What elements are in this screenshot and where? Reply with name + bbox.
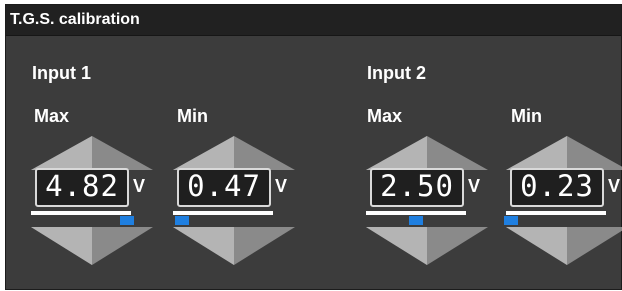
panel-title: T.G.S. calibration [10,11,140,28]
input-1-max-slider-track[interactable] [31,211,131,215]
input-2-min-decrease-button[interactable] [506,227,622,265]
input-2-min-value: 0.23 [520,169,594,203]
up-arrow-icon [506,136,622,170]
input-2-min-display: 0.23 [510,168,604,207]
panel-titlebar: T.G.S. calibration [6,5,621,36]
input-1-min-unit: V [275,176,288,196]
input-1-min-display: 0.47 [177,168,271,207]
down-arrow-icon [366,227,488,265]
input-1-max-display: 4.82 [35,168,129,207]
input-1-label: Input 1 [32,63,91,83]
input-1-min-control: 0.47 V [173,136,295,266]
input-1-min-slider-track[interactable] [173,211,273,215]
input-2-max-control: 2.50 V [366,136,488,266]
input-2-min-slider-thumb[interactable] [504,216,518,225]
input-2-min-label: Min [511,106,542,126]
input-1-max-decrease-button[interactable] [31,227,153,265]
up-arrow-icon [31,136,153,170]
input-2-max-increase-button[interactable] [366,136,488,170]
down-arrow-icon [506,227,622,265]
input-2-min-increase-button[interactable] [506,136,622,170]
input-2-max-display: 2.50 [370,168,464,207]
up-arrow-icon [366,136,488,170]
input-1-min-decrease-button[interactable] [173,227,295,265]
up-arrow-icon [173,136,295,170]
input-2-max-value: 2.50 [380,169,454,203]
input-1-min-value: 0.47 [187,169,261,203]
input-1-max-unit: V [133,176,146,196]
input-2-max-decrease-button[interactable] [366,227,488,265]
input-1-min-increase-button[interactable] [173,136,295,170]
down-arrow-icon [173,227,295,265]
input-2-min-control: 0.23 V [504,136,622,266]
input-1-max-control: 4.82 V [31,136,153,266]
input-1-max-label: Max [34,106,70,126]
input-2-min-slider-track[interactable] [506,211,606,215]
input-1-max-slider-thumb[interactable] [120,216,134,225]
input-2-max-unit: V [468,176,481,196]
input-2-max-slider-thumb[interactable] [409,216,423,225]
down-arrow-icon [31,227,153,265]
input-2-label: Input 2 [367,63,426,83]
input-1-min-slider-thumb[interactable] [175,216,189,225]
input-2-min-unit: V [608,176,621,196]
input-2-max-label: Max [367,106,403,126]
input-1-max-increase-button[interactable] [31,136,153,170]
input-1-min-label: Min [177,106,208,126]
input-2-max-slider-track[interactable] [366,211,466,215]
input-1-max-value: 4.82 [45,169,119,203]
tgs-calibration-panel: T.G.S. calibration Input 1 Max Min Input… [5,4,622,290]
